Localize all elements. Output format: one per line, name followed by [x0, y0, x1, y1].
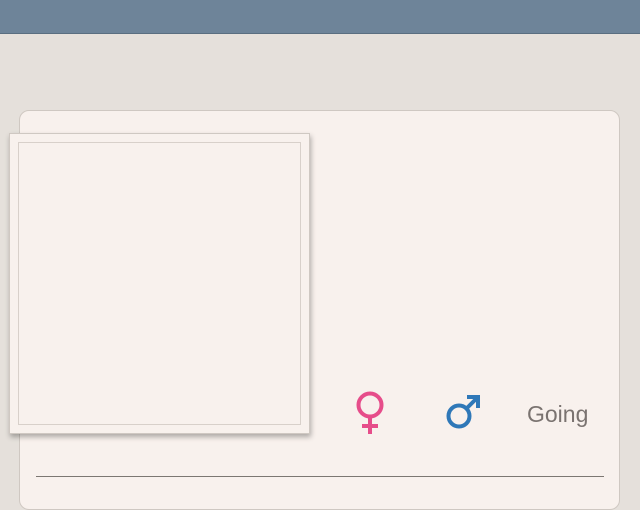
photo-frame[interactable] — [9, 133, 310, 434]
photo-placeholder — [18, 142, 301, 425]
going-label: Going — [527, 401, 589, 427]
top-bar — [0, 0, 640, 34]
divider — [36, 476, 604, 477]
female-symbol-icon — [356, 391, 384, 434]
male-symbol-icon — [446, 395, 480, 429]
